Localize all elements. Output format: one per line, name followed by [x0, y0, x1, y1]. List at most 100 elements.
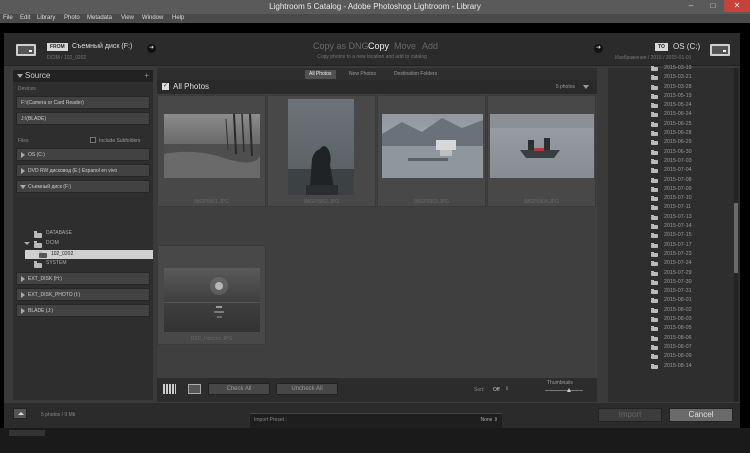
folder-icon — [34, 241, 42, 248]
destination-folder-item[interactable]: 2015-06-30 — [608, 149, 728, 158]
photo-cell[interactable]: IMGP0901.JPG — [157, 95, 266, 207]
menu-library[interactable]: Library — [37, 15, 55, 21]
destination-folder-item[interactable]: 2015-03-21 — [608, 74, 728, 83]
destination-folder-date: 2015-08-03 — [664, 316, 692, 323]
destination-folder-item[interactable]: 2015-08-09 — [608, 353, 728, 362]
menu-view[interactable]: View — [121, 15, 134, 21]
device-blade[interactable]: J:\(BLADE) — [16, 112, 150, 125]
photo-cell[interactable]: DSC_Horizon.JPG — [157, 245, 266, 345]
include-subfolders-checkbox[interactable] — [90, 137, 96, 143]
folder-icon — [651, 186, 658, 192]
destination-folder-item[interactable]: 2015-08-01 — [608, 297, 728, 306]
sort-select[interactable]: Off — [493, 387, 500, 393]
menu-window[interactable]: Window — [142, 15, 163, 21]
destination-folder-item[interactable]: 2015-08-06 — [608, 335, 728, 344]
destination-folder-item[interactable]: 2015-03-19 — [608, 65, 728, 74]
expand-triangle-icon — [21, 276, 25, 282]
volume-dvd-e[interactable]: DVD RW дисковод (E:) Espanol en vivo — [16, 164, 150, 177]
import-preset-select[interactable]: None ⇕ — [480, 417, 498, 423]
uncheck-all-button[interactable]: Uncheck All — [276, 383, 338, 395]
maximize-button[interactable]: □ — [702, 0, 724, 12]
device-camera-card-reader[interactable]: F:\(Camera or Card Reader) — [16, 96, 150, 109]
close-button[interactable]: ✕ — [724, 0, 750, 12]
source-panel-header[interactable]: Source + — [13, 70, 153, 82]
destination-folder-item[interactable]: 2015-07-04 — [608, 167, 728, 176]
tree-folder-database[interactable]: DATABASE — [46, 230, 72, 236]
destination-folder-item[interactable]: 2015-07-24 — [608, 260, 728, 269]
folder-icon — [651, 251, 658, 257]
destination-folder-item[interactable]: 2015-06-25 — [608, 121, 728, 130]
destination-folder-item[interactable]: 2015-07-17 — [608, 242, 728, 251]
source-selector[interactable]: Съемный диск (F:) — [72, 43, 132, 50]
destination-folder-item[interactable]: 2015-05-19 — [608, 93, 728, 102]
loupe-view-icon[interactable] — [188, 384, 201, 394]
destination-folder-item[interactable]: 2015-07-23 — [608, 251, 728, 260]
destination-folder-date: 2015-07-13 — [664, 213, 692, 220]
destination-folder-item[interactable]: 2015-07-09 — [608, 186, 728, 195]
volume-ext-disk-h[interactable]: EXT_DISK (H:) — [16, 272, 150, 285]
mode-move[interactable]: Move — [394, 41, 416, 51]
import-preset-bar[interactable]: Import Preset : None ⇕ — [250, 413, 502, 428]
destination-folder-item[interactable]: 2015-08-03 — [608, 316, 728, 325]
all-photos-checkbox[interactable]: ✓ — [162, 83, 169, 90]
mode-add[interactable]: Add — [422, 41, 438, 51]
grid-view-icon[interactable] — [163, 384, 176, 394]
destination-selector[interactable]: OS (C:) — [673, 42, 700, 51]
menu-metadata[interactable]: Metadata — [87, 15, 112, 21]
menu-edit[interactable]: Edit — [20, 15, 30, 21]
destination-folder-item[interactable]: 2015-08-02 — [608, 307, 728, 316]
destination-folder-item[interactable]: 2015-07-15 — [608, 232, 728, 241]
photo-count: 5 photos — [555, 84, 575, 90]
tab-all-photos[interactable]: All Photos — [305, 70, 336, 79]
destination-folder-item[interactable]: 2015-06-28 — [608, 130, 728, 139]
volume-removable-f[interactable]: Съемный диск (F:) — [16, 180, 150, 193]
menu-file[interactable]: File — [3, 15, 13, 21]
destination-folder-item[interactable]: 2015-07-31 — [608, 288, 728, 297]
destination-folder-item[interactable]: 2015-03-28 — [608, 84, 728, 93]
destination-folder-item[interactable]: 2015-07-03 — [608, 158, 728, 167]
photo-cell[interactable]: IMGP0903.JPG — [377, 95, 486, 207]
photo-cell[interactable]: IMGP0902.JPG — [267, 95, 376, 207]
destination-folder-item[interactable]: 2015-07-30 — [608, 279, 728, 288]
minimize-button[interactable]: – — [680, 0, 702, 12]
photo-cell[interactable]: IMGP0904.JPG — [487, 95, 596, 207]
menu-help[interactable]: Help — [172, 15, 184, 21]
check-all-button[interactable]: Check All — [208, 383, 270, 395]
destination-folder-item[interactable]: 2015-08-05 — [608, 325, 728, 334]
destination-scrollbar-thumb[interactable] — [734, 203, 738, 273]
destination-folder-item[interactable]: 2015-06-24 — [608, 111, 728, 120]
mode-copy[interactable]: Copy — [368, 41, 389, 51]
mode-copy-as-dng[interactable]: Copy as DNG — [313, 41, 369, 51]
thumbnail-size-slider[interactable] — [545, 390, 583, 391]
header-menu-icon[interactable] — [583, 85, 589, 89]
tab-destination-folders[interactable]: Destination Folders — [390, 70, 441, 79]
source-panel: Source + Devices F:\(Camera or Card Read… — [13, 70, 153, 400]
cancel-button[interactable]: Cancel — [669, 408, 733, 422]
destination-folder-item[interactable]: 2015-07-14 — [608, 223, 728, 232]
destination-folder-item[interactable]: 2015-07-10 — [608, 195, 728, 204]
destination-folder-item[interactable]: 2015-07-29 — [608, 270, 728, 279]
sort-stepper-icon[interactable]: ⇕ — [505, 386, 509, 392]
destination-folder-item[interactable]: 2015-07-13 — [608, 214, 728, 223]
tree-folder-system[interactable]: SYSTEM — [46, 260, 67, 266]
destination-folder-date: 2015-06-29 — [664, 139, 692, 146]
destination-folder-item[interactable]: 2015-05-24 — [608, 102, 728, 111]
tree-expand-icon[interactable] — [24, 242, 30, 245]
add-source-icon[interactable]: + — [144, 71, 149, 80]
collapse-dialog-button[interactable] — [13, 408, 27, 419]
tab-new-photos[interactable]: New Photos — [345, 70, 380, 79]
filmstrip-tab[interactable] — [9, 430, 45, 436]
destination-folder-item[interactable]: 2015-06-29 — [608, 139, 728, 148]
destination-folder-item[interactable]: 2015-08-14 — [608, 363, 728, 372]
volume-blade-j[interactable]: BLADE (J:) — [16, 304, 150, 317]
thumbnail-size-slider-handle[interactable] — [567, 388, 571, 392]
destination-folder-item[interactable]: 2015-07-11 — [608, 204, 728, 213]
tree-folder-selected[interactable]: 102_0202 — [25, 250, 153, 259]
destination-folder-item[interactable]: 2015-08-07 — [608, 344, 728, 353]
import-button[interactable]: Import — [598, 408, 662, 422]
tree-folder-dcim[interactable]: DCIM — [46, 240, 59, 246]
menu-photo[interactable]: Photo — [64, 15, 80, 21]
destination-folder-item[interactable]: 2015-07-08 — [608, 177, 728, 186]
volume-os-c[interactable]: OS (C:) — [16, 148, 150, 161]
volume-ext-disk-photo-i[interactable]: EXT_DISK_PHOTO (I:) — [16, 288, 150, 301]
